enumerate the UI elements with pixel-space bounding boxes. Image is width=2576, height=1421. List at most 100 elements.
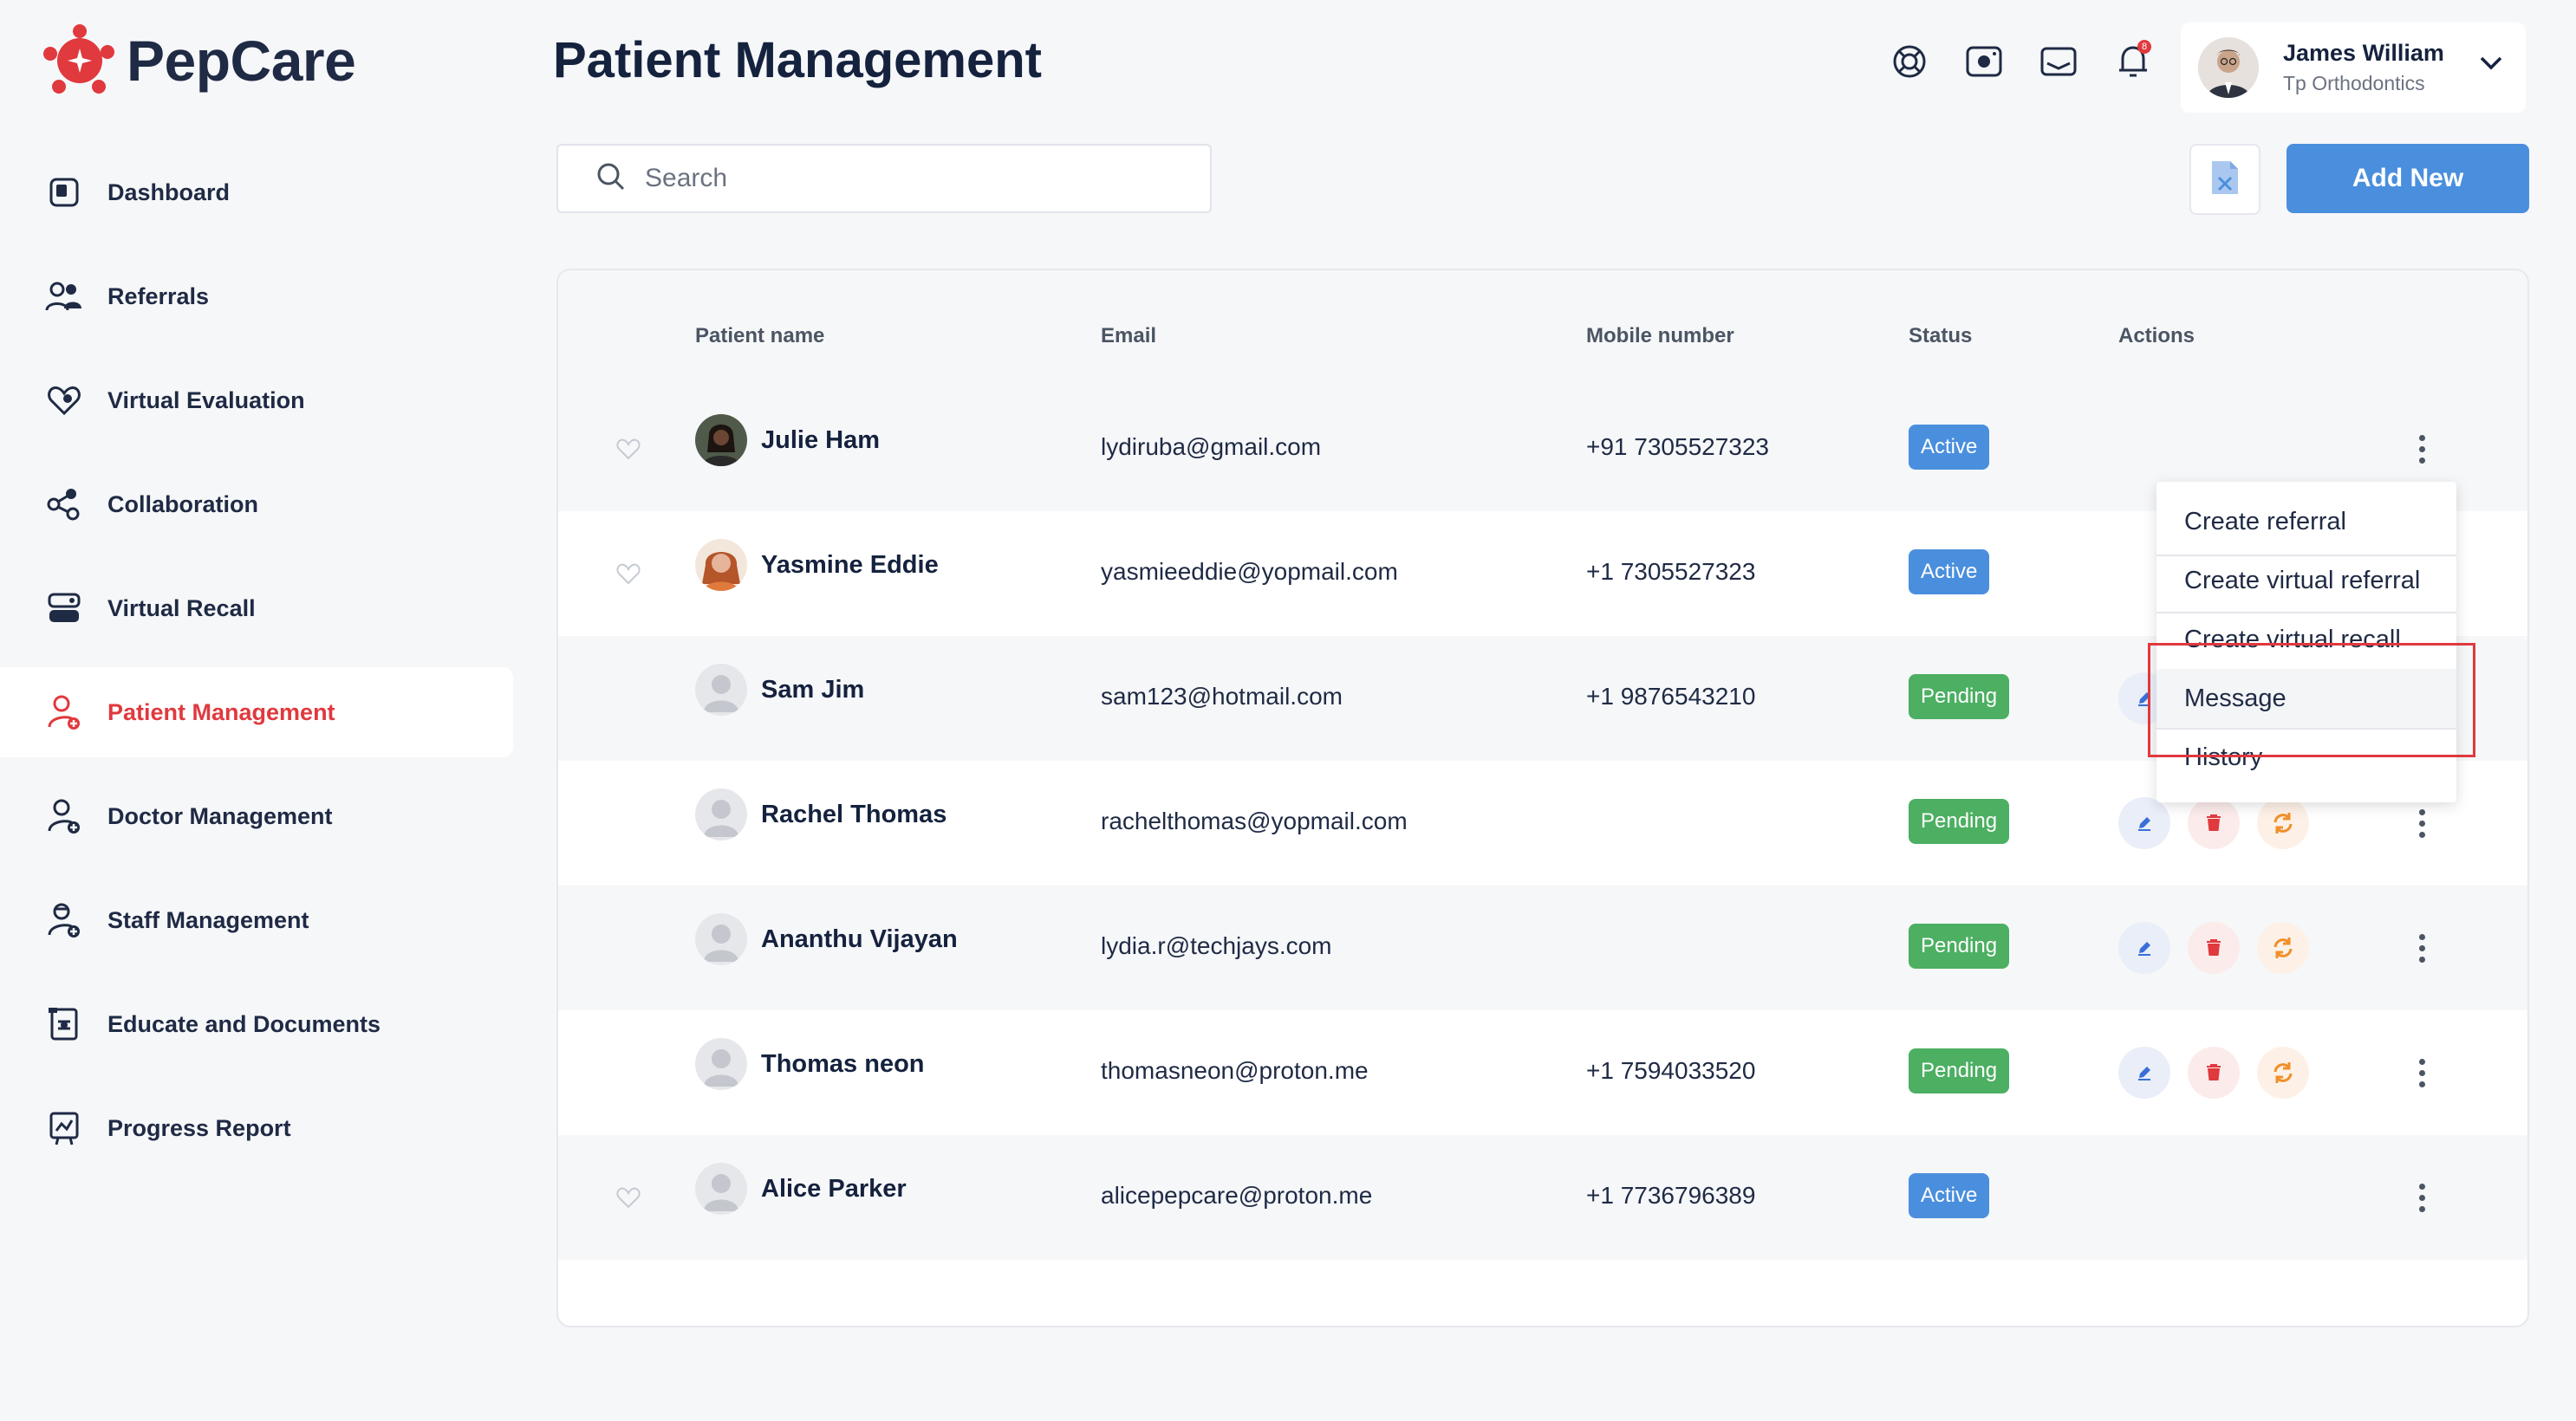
column-header-mobile[interactable]: Mobile number [1586,324,1734,348]
favorite-heart-icon[interactable] [615,437,641,463]
status-badge: Pending [1909,1048,2010,1093]
patient-name[interactable]: Sam Jim [761,676,864,704]
excel-file-icon [2209,159,2241,201]
sidebar-item-label: Virtual Recall [107,594,256,621]
sidebar-item-label: Patient Management [107,698,335,725]
export-excel-button[interactable] [2189,144,2261,215]
search-icon [596,162,626,196]
document-icon [45,1005,83,1043]
sidebar-item-doctor-management[interactable]: Doctor Management [0,771,513,861]
patient-email: rachelthomas@yopmail.com [1101,808,1408,834]
pepcare-logo-icon [42,23,118,99]
patient-mobile: +1 7305527323 [1586,558,1756,585]
status-badge: Active [1909,1173,1990,1218]
users-icon [45,277,83,315]
menu-item-create-referral[interactable]: Create referral [2156,492,2456,551]
search-input[interactable] [645,164,1182,193]
sync-icon[interactable] [2257,797,2309,849]
staff-icon [45,901,83,939]
patient-email: lydiruba@gmail.com [1101,433,1322,460]
patient-name[interactable]: Ananthu Vijayan [761,925,958,954]
chevron-down-icon[interactable] [2479,55,2503,75]
camera-icon[interactable] [1964,42,2004,81]
page-title: Patient Management [553,32,1042,88]
patient-mobile: +1 9876543210 [1586,683,1756,710]
row-more-menu-icon[interactable] [2404,922,2439,974]
patient-avatar-placeholder [695,1163,747,1215]
delete-icon[interactable] [2188,922,2240,974]
patient-mobile: +1 7594033520 [1586,1057,1756,1084]
edit-icon[interactable] [2118,797,2170,849]
favorite-heart-icon[interactable] [615,1185,641,1211]
sync-icon[interactable] [2257,1047,2309,1099]
row-more-menu-icon[interactable] [2404,1171,2439,1223]
dashboard-icon [45,173,83,211]
patient-name[interactable]: Thomas neon [761,1050,925,1079]
patient-name[interactable]: Rachel Thomas [761,801,946,829]
sidebar-item-virtual-evaluation[interactable]: Virtual Evaluation [0,355,513,445]
collaboration-icon [45,485,83,523]
sidebar-item-educate-documents[interactable]: Educate and Documents [0,979,513,1069]
header-icons: 8 [1890,40,2153,81]
sidebar-item-label: Doctor Management [107,802,333,829]
menu-item-create-virtual-referral[interactable]: Create virtual referral [2156,551,2456,610]
mail-icon[interactable] [2039,42,2078,81]
support-icon[interactable] [1890,42,1929,81]
delete-icon[interactable] [2188,797,2240,849]
sidebar-item-label: Dashboard [107,178,231,205]
row-more-menu-icon[interactable] [2404,1047,2439,1099]
patient-avatar-placeholder [695,913,747,965]
edit-icon[interactable] [2118,1047,2170,1099]
sidebar-item-collaboration[interactable]: Collaboration [0,459,513,549]
column-header-patient-name[interactable]: Patient name [695,324,824,348]
favorite-heart-icon[interactable] [615,561,641,587]
user-profile-menu[interactable]: James William Tp Orthodontics [2181,23,2526,113]
user-organization: Tp Orthodontics [2283,72,2425,94]
patient-name[interactable]: Alice Parker [761,1175,907,1204]
patient-email: alicepepcare@proton.me [1101,1182,1373,1209]
sidebar-item-label: Staff Management [107,906,309,933]
patient-icon [45,693,83,731]
delete-icon[interactable] [2188,1047,2240,1099]
table-row[interactable]: Ananthu Vijayan lydia.r@techjays.com Pen… [558,886,2527,1010]
column-header-email[interactable]: Email [1101,324,1156,348]
sync-icon[interactable] [2257,922,2309,974]
row-more-menu-icon[interactable] [2404,797,2439,849]
sidebar-item-label: Progress Report [107,1114,291,1141]
patient-avatar-placeholder [695,664,747,716]
notification-bell-icon[interactable]: 8 [2113,40,2153,81]
patient-avatar [695,539,747,591]
user-name: James William [2283,40,2444,66]
table-row[interactable]: Thomas neon thomasneon@proton.me +1 7594… [558,1010,2527,1135]
sidebar-item-label: Collaboration [107,490,258,517]
edit-icon[interactable] [2118,922,2170,974]
recall-icon [45,589,83,627]
patient-email: sam123@hotmail.com [1101,683,1343,710]
user-avatar [2198,37,2259,98]
status-badge: Pending [1909,924,2010,969]
row-more-menu-icon[interactable] [2404,423,2439,475]
sidebar-item-virtual-recall[interactable]: Virtual Recall [0,563,513,653]
column-header-status[interactable]: Status [1909,324,1972,348]
app-name: PepCare [127,29,356,93]
patient-mobile: +91 7305527323 [1586,433,1769,460]
sidebar-item-referrals[interactable]: Referrals [0,251,513,341]
table-row[interactable]: Alice Parker alicepepcare@proton.me +1 7… [558,1135,2527,1260]
sidebar-item-dashboard[interactable]: Dashboard [0,147,513,237]
patient-name[interactable]: Julie Ham [761,426,880,455]
sidebar-item-patient-management[interactable]: Patient Management [0,667,513,757]
notification-badge: 8 [2137,40,2151,54]
add-new-button[interactable]: Add New [2287,144,2529,213]
sidebar-item-staff-management[interactable]: Staff Management [0,875,513,965]
annotation-highlight-box [2148,643,2475,757]
status-badge: Pending [1909,674,2010,719]
sidebar-item-progress-report[interactable]: Progress Report [0,1083,513,1173]
sidebar-nav: Dashboard Referrals Virtual Evaluation C… [0,147,513,1187]
app-logo[interactable]: PepCare [42,23,356,99]
doctor-icon [45,797,83,835]
search-box[interactable] [556,144,1212,213]
patient-name[interactable]: Yasmine Eddie [761,551,939,580]
sidebar: PepCare Dashboard Referrals Virtual Eval… [0,0,520,1421]
patient-email: lydia.r@techjays.com [1101,932,1332,959]
patient-email: yasmieeddie@yopmail.com [1101,558,1398,585]
